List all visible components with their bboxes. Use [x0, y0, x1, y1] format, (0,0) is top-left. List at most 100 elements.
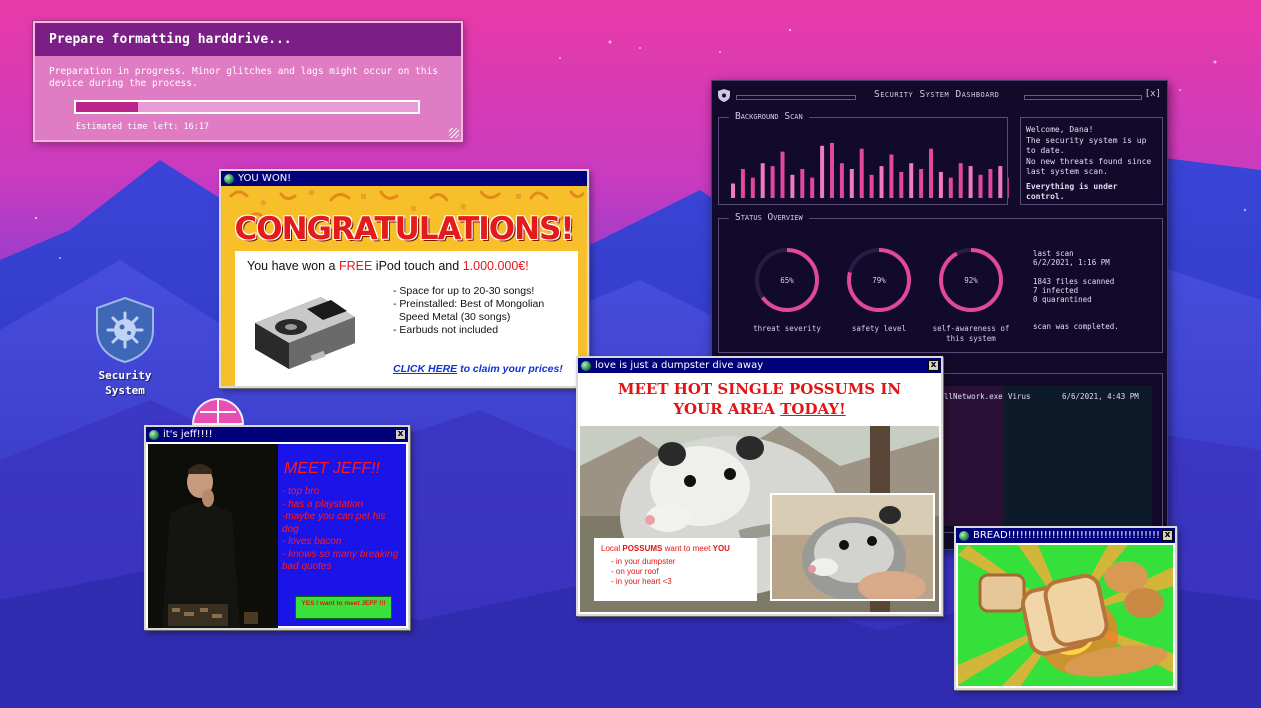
possum-headline: MEET HOT SINGLE POSSUMS IN YOUR AREA TOD…	[617, 380, 902, 418]
scan-bar	[938, 171, 943, 198]
list-item: - on your roof	[611, 567, 659, 576]
you-won-popup: YOU WON! CONGRATULATIONS! You have won a…	[219, 169, 589, 388]
scan-bar	[909, 163, 914, 198]
bread-image-area	[958, 545, 1173, 686]
title-bar[interactable]: BREAD!!!!!!!!!!!!!!!!!!!!!!!!!!!!!!!!!!!…	[956, 528, 1175, 543]
scan-bar	[780, 151, 785, 198]
window-title: love is just a dumpster dive away	[595, 360, 764, 371]
mp3-player-image	[255, 297, 355, 369]
window-title: YOU WON!	[238, 173, 292, 184]
title-bar[interactable]: it's jeff!!!! x	[146, 427, 408, 442]
resize-grip[interactable]	[449, 128, 459, 138]
progress-fill	[76, 102, 138, 112]
gauge-caption: threat severity	[753, 324, 821, 333]
threat-file[interactable]: llNetwork.exe	[944, 392, 1003, 401]
claim-prize-link[interactable]: CLICK HERE to claim your prices!	[393, 363, 563, 375]
threat-row-highlight	[944, 386, 1004, 526]
quarantined-count: 0 quarantined	[1033, 295, 1092, 304]
jeff-image	[148, 444, 278, 628]
scan-bar	[958, 163, 963, 198]
format-harddrive-dialog: Prepare formatting harddrive... Preparat…	[33, 21, 463, 142]
prize-line: You have won a FREE iPod touch and 1.000…	[247, 259, 529, 273]
dialog-title: Prepare formatting harddrive...	[35, 23, 461, 56]
bread-popup: BREAD!!!!!!!!!!!!!!!!!!!!!!!!!!!!!!!!!!!…	[954, 526, 1177, 690]
dashboard-title-bar[interactable]: Security System Dashboard [x]	[712, 89, 1167, 103]
scan-bar	[740, 169, 745, 198]
scan-activity-chart	[731, 142, 1009, 198]
dashboard-title: Security System Dashboard	[874, 89, 1000, 100]
bread-image	[958, 545, 1173, 686]
list-item: - knows so many breaking bad quotes	[282, 548, 399, 573]
scan-bar	[899, 171, 904, 198]
scan-bar	[800, 169, 805, 198]
scan-bar	[929, 148, 933, 198]
scan-bar	[869, 174, 874, 198]
close-button[interactable]: x	[395, 429, 406, 440]
congratulations-headline: CONGRATULATIONS!	[234, 211, 574, 247]
globe-icon	[581, 360, 591, 371]
list-item: - top bro	[282, 486, 320, 497]
scan-bar	[988, 169, 993, 198]
feature-item: - Earbuds not included	[393, 324, 499, 336]
gauge-caption: safety level	[851, 324, 907, 333]
gauge-value: 92%	[964, 276, 978, 285]
window-title: BREAD!!!!!!!!!!!!!!!!!!!!!!!!!!!!!!!!!!!…	[973, 530, 1161, 541]
scan-bar	[731, 183, 735, 198]
threat-type: Virus	[1008, 392, 1031, 401]
globe-icon	[224, 173, 234, 184]
scan-complete-text: scan was completed.	[1033, 322, 1119, 331]
baby-possum-photo	[770, 493, 935, 601]
feature-list: - Space for up to 20-30 songs! - Preinst…	[393, 285, 544, 337]
scan-bar	[760, 163, 765, 198]
gauge-value: 65%	[780, 276, 794, 285]
close-button[interactable]: x	[1162, 530, 1173, 541]
title-decoration	[736, 95, 856, 100]
threat-date: 6/6/2021, 4:43 PM	[1062, 392, 1139, 401]
close-button[interactable]: x	[928, 360, 939, 371]
meet-jeff-popup: it's jeff!!!! x MEET JEFF!! - top bro - …	[144, 425, 410, 630]
background-scan-panel: Background Scan	[718, 111, 1009, 205]
scan-bar	[919, 169, 924, 198]
window-title: it's jeff!!!!	[163, 429, 213, 440]
possum-location-list: - in your dumpster - on your roof - in y…	[601, 557, 750, 587]
possum-info-card: Local POSSUMS want to meet YOU - in your…	[594, 538, 757, 601]
title-bar[interactable]: YOU WON!	[221, 171, 587, 186]
jeff-info-panel: MEET JEFF!! - top bro - has a playstatio…	[278, 444, 406, 626]
gauge-value: 79%	[872, 276, 886, 285]
close-button[interactable]: [x]	[1145, 89, 1161, 99]
list-item: -maybe you can pet his dog	[282, 511, 386, 535]
list-item: - has a playstation	[282, 498, 364, 510]
globe-icon	[959, 530, 969, 541]
possum-dating-popup: love is just a dumpster dive away x MEET…	[576, 356, 943, 616]
prize-card: You have won a FREE iPod touch and 1.000…	[235, 251, 578, 386]
welcome-message: Welcome, Dana! The security system is up…	[1020, 117, 1163, 205]
scan-bar	[859, 148, 864, 198]
title-decoration	[1024, 95, 1142, 100]
last-scan-date: 6/2/2021, 1:16 PM	[1033, 258, 1110, 267]
feature-item: - Space for up to 20-30 songs!	[393, 285, 535, 297]
jeff-headline: MEET JEFF!!	[284, 460, 380, 477]
jeff-photo	[148, 444, 278, 628]
meet-jeff-button[interactable]: YES I want to meet JEFF !!!	[295, 596, 392, 619]
scan-bar	[1008, 177, 1009, 198]
card-heading: Local POSSUMS want to meet YOU	[601, 544, 730, 553]
scan-bar	[879, 166, 884, 198]
eta-text: Estimated time left: 16:17	[76, 122, 210, 132]
scan-bar	[978, 174, 983, 198]
list-item: - in your dumpster	[611, 557, 676, 566]
feature-item: - Preinstalled: Best of Mongolian	[393, 298, 545, 310]
scan-bar	[849, 169, 854, 198]
desktop-icon-security-system[interactable]: Security System	[82, 296, 168, 398]
shield-virus-icon	[96, 296, 154, 364]
shield-icon	[718, 89, 730, 102]
globe-icon	[149, 429, 159, 440]
scan-bar	[810, 177, 815, 198]
title-bar[interactable]: love is just a dumpster dive away x	[578, 358, 941, 373]
scan-bar	[998, 166, 1003, 198]
desktop-icon-label: Security System	[98, 369, 152, 397]
scan-bar	[889, 154, 894, 198]
scan-bar	[839, 163, 844, 198]
dialog-message: Preparation in progress. Minor glitches …	[49, 66, 438, 89]
scan-bar	[750, 177, 755, 198]
progress-bar	[74, 100, 420, 114]
